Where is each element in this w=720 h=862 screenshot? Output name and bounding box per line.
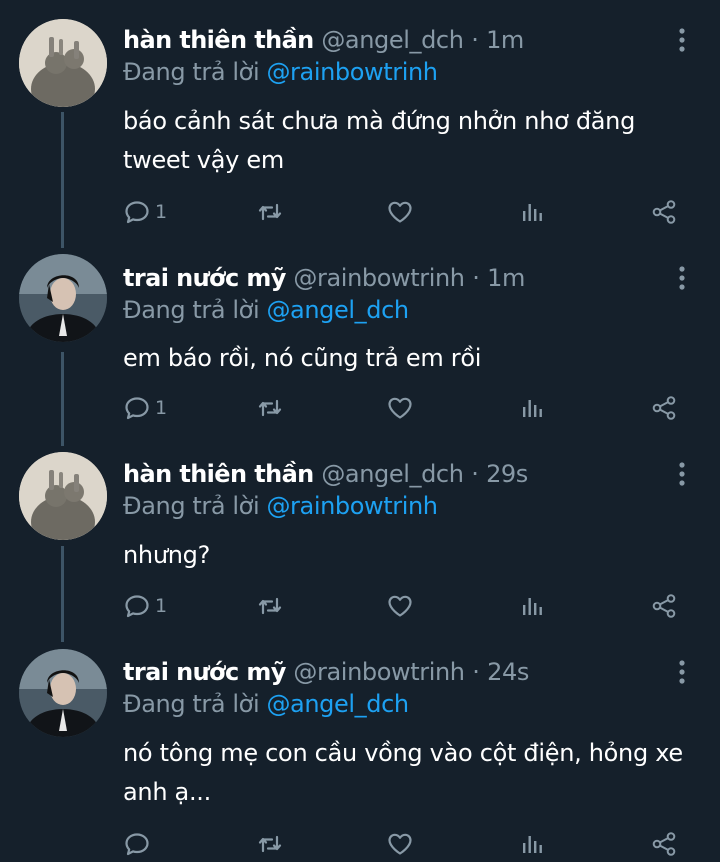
reply-count: 1 (155, 595, 168, 617)
retweet-button[interactable] (256, 390, 284, 426)
separator: · (472, 264, 480, 292)
share-button[interactable] (650, 390, 678, 426)
reply-button[interactable] (123, 826, 155, 862)
avatar[interactable] (19, 254, 107, 342)
timestamp[interactable]: 1m (486, 26, 524, 54)
display-name[interactable]: trai nước mỹ (123, 264, 286, 292)
tweet-actions: 1 (0, 588, 720, 624)
replying-label: Đang trả lời (123, 492, 260, 520)
tweet-text: nó tông mẹ con cầu vồng vào cột điện, hỏ… (123, 734, 693, 812)
more-vertical-icon[interactable] (670, 26, 694, 54)
tweet-text-line: tweet vậy em (123, 146, 284, 174)
reply-bubble-icon (123, 830, 151, 858)
reply-bubble-icon (123, 198, 151, 226)
avatar[interactable] (19, 19, 107, 107)
more-vertical-icon[interactable] (670, 460, 694, 488)
share-icon (650, 592, 678, 620)
like-button[interactable] (386, 194, 414, 230)
timestamp[interactable]: 24s (487, 658, 529, 686)
tweet-actions: 1 (0, 194, 720, 230)
reply-count: 1 (155, 397, 168, 419)
share-icon (650, 198, 678, 226)
tweet-text-line: báo cảnh sát chưa mà đứng nhởn nhơ đăng (123, 107, 636, 135)
heart-icon (386, 394, 414, 422)
analytics-icon (518, 830, 546, 858)
handle[interactable]: @angel_dch (321, 26, 464, 54)
reply-button[interactable]: 1 (123, 194, 167, 230)
replying-to: Đang trả lời @rainbowtrinh (123, 490, 438, 522)
replying-label: Đang trả lời (123, 296, 260, 324)
handle[interactable]: @angel_dch (321, 460, 464, 488)
retweet-button[interactable] (256, 826, 284, 862)
retweet-button[interactable] (256, 194, 284, 230)
reply-count: 1 (155, 201, 168, 223)
heart-icon (386, 592, 414, 620)
share-icon (650, 394, 678, 422)
handle[interactable]: @rainbowtrinh (293, 658, 465, 686)
tweet-actions: 1 (0, 390, 720, 426)
timestamp[interactable]: 29s (486, 460, 528, 488)
analytics-button[interactable] (518, 826, 546, 862)
replying-label: Đang trả lời (123, 690, 260, 718)
share-button[interactable] (650, 588, 678, 624)
separator: · (471, 460, 479, 488)
retweet-button[interactable] (256, 588, 284, 624)
analytics-button[interactable] (518, 588, 546, 624)
reply-mention[interactable]: @rainbowtrinh (266, 492, 438, 520)
tweet-header: trai nước mỹ @rainbowtrinh · 24s (123, 656, 529, 688)
reply-bubble-icon (123, 394, 151, 422)
retweet-icon (256, 830, 284, 858)
retweet-icon (256, 592, 284, 620)
like-button[interactable] (386, 588, 414, 624)
replying-to: Đang trả lời @angel_dch (123, 294, 409, 326)
heart-icon (386, 198, 414, 226)
tweet-text: em báo rồi, nó cũng trả em rồi (123, 339, 693, 378)
replying-to: Đang trả lời @angel_dch (123, 688, 409, 720)
reply-button[interactable]: 1 (123, 390, 167, 426)
analytics-icon (518, 394, 546, 422)
timestamp[interactable]: 1m (487, 264, 525, 292)
tweet-header: trai nước mỹ @rainbowtrinh · 1m (123, 262, 525, 294)
replying-to: Đang trả lời @rainbowtrinh (123, 56, 438, 88)
analytics-icon (518, 198, 546, 226)
display-name[interactable]: hàn thiên thần (123, 460, 314, 488)
separator: · (472, 658, 480, 686)
reply-bubble-icon (123, 592, 151, 620)
retweet-icon (256, 198, 284, 226)
like-button[interactable] (386, 826, 414, 862)
reply-mention[interactable]: @angel_dch (266, 296, 409, 324)
tweet-header: hàn thiên thần @angel_dch · 29s (123, 458, 528, 490)
tweet-text-line: nhưng? (123, 541, 211, 569)
retweet-icon (256, 394, 284, 422)
tweet-text: báo cảnh sát chưa mà đứng nhởn nhơ đăng … (123, 102, 693, 180)
more-vertical-icon[interactable] (670, 658, 694, 686)
separator: · (471, 26, 479, 54)
tweet-text-line: nó tông mẹ con cầu vồng vào cột điện, hỏ… (123, 739, 683, 767)
share-button[interactable] (650, 194, 678, 230)
avatar[interactable] (19, 452, 107, 540)
handle[interactable]: @rainbowtrinh (293, 264, 465, 292)
more-vertical-icon[interactable] (670, 264, 694, 292)
share-button[interactable] (650, 826, 678, 862)
reply-mention[interactable]: @rainbowtrinh (266, 58, 438, 86)
heart-icon (386, 830, 414, 858)
tweet-text: nhưng? (123, 536, 693, 575)
replying-label: Đang trả lời (123, 58, 260, 86)
analytics-button[interactable] (518, 390, 546, 426)
display-name[interactable]: hàn thiên thần (123, 26, 314, 54)
reply-mention[interactable]: @angel_dch (266, 690, 409, 718)
display-name[interactable]: trai nước mỹ (123, 658, 286, 686)
tweet-header: hàn thiên thần @angel_dch · 1m (123, 24, 524, 56)
analytics-icon (518, 592, 546, 620)
analytics-button[interactable] (518, 194, 546, 230)
tweet-text-line: em báo rồi, nó cũng trả em rồi (123, 344, 482, 372)
tweet-text-line: anh ạ... (123, 778, 211, 806)
reply-button[interactable]: 1 (123, 588, 167, 624)
like-button[interactable] (386, 390, 414, 426)
tweet-actions (0, 826, 720, 862)
share-icon (650, 830, 678, 858)
avatar[interactable] (19, 649, 107, 737)
